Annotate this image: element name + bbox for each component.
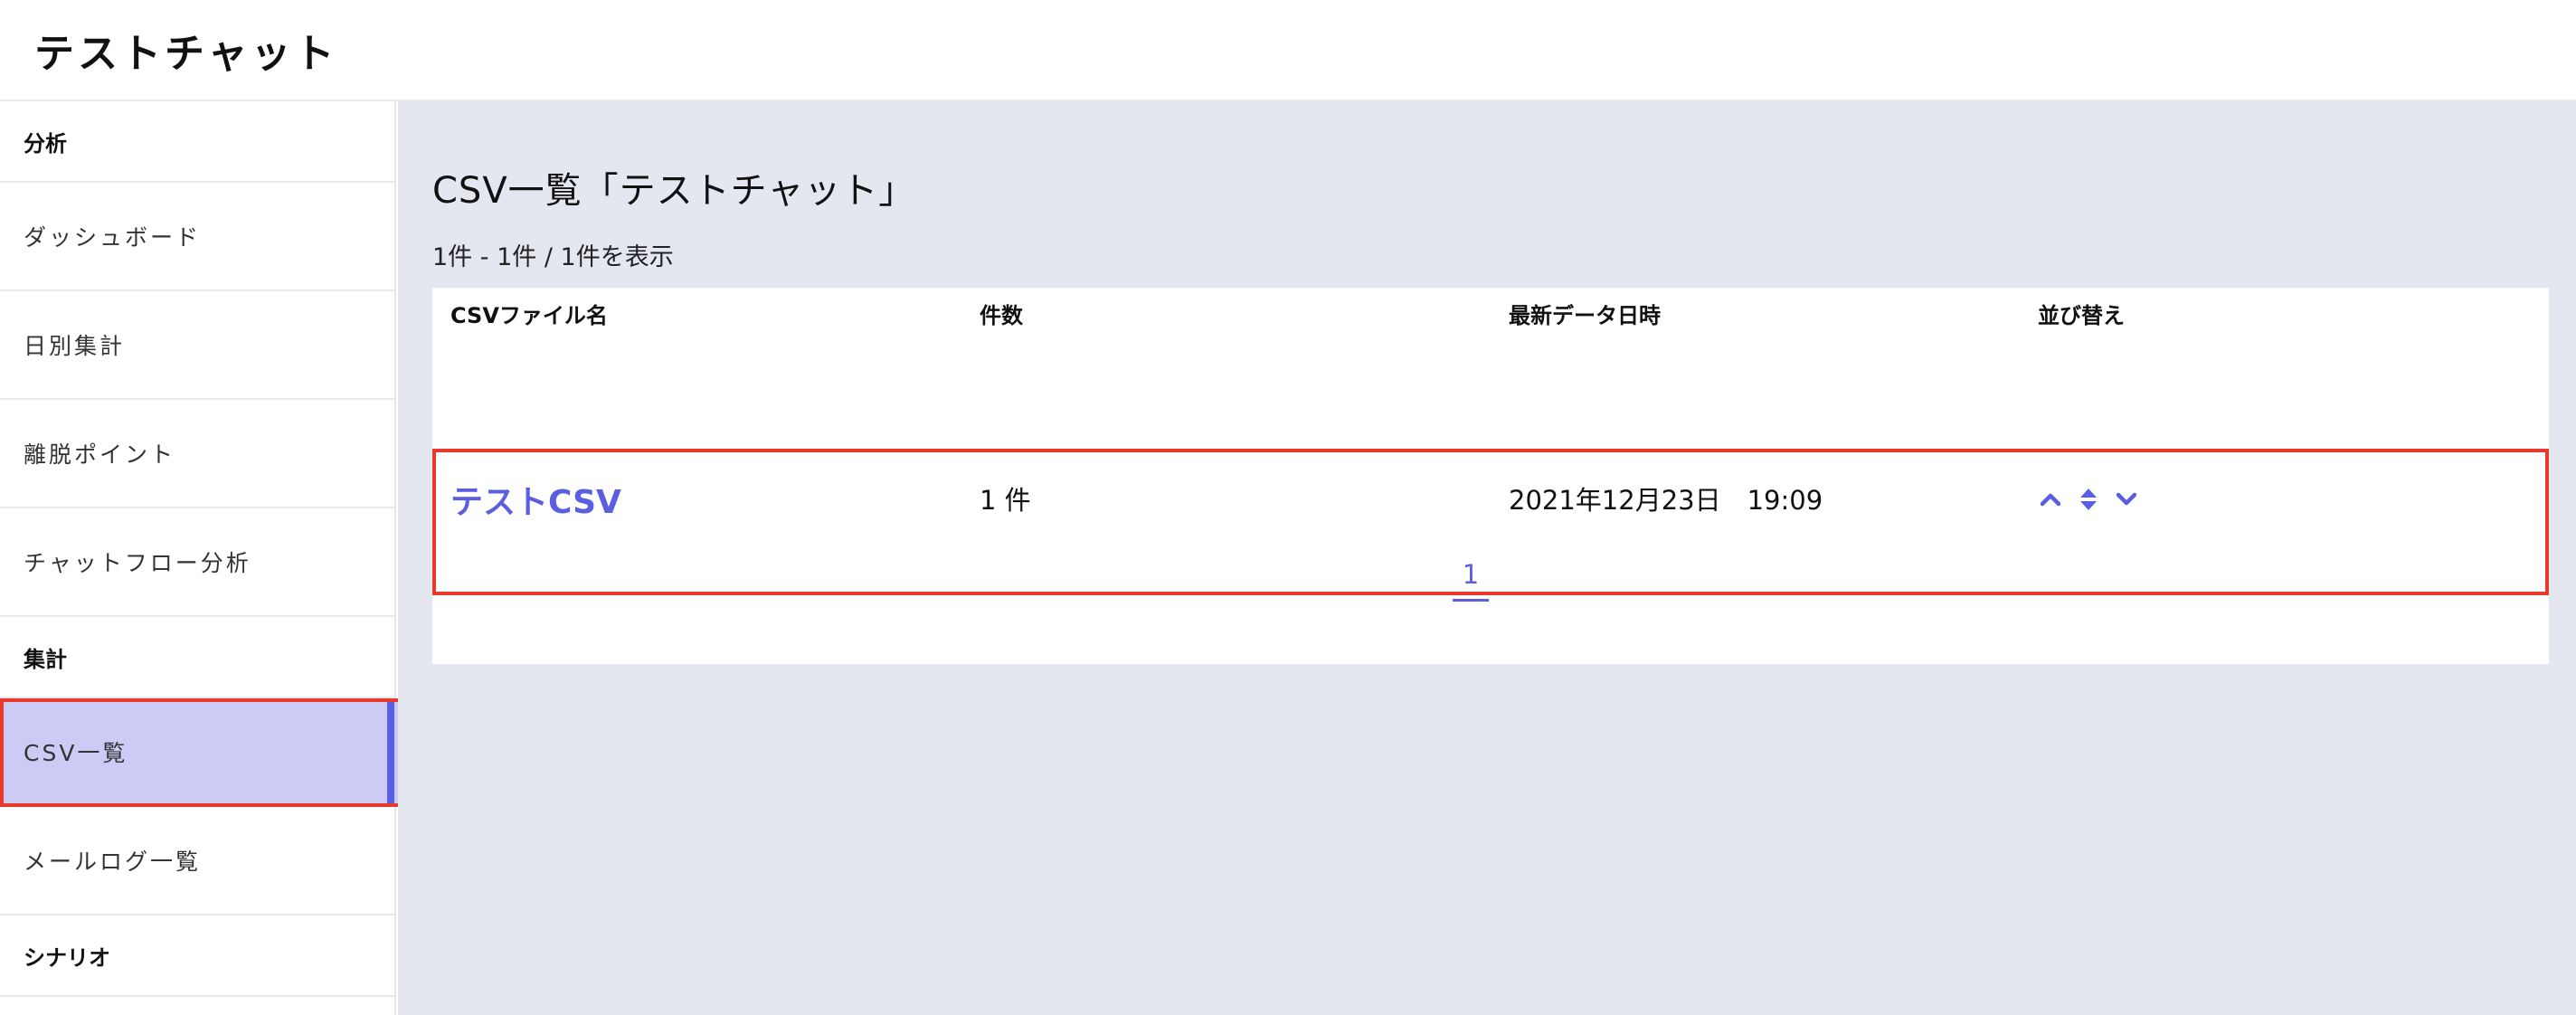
table-row-content: テストCSV 1 件 2021年12月23日 19:09 (436, 452, 2545, 592)
header-count: 件数 (980, 302, 1023, 328)
sidebar-item-daily[interactable]: 日別集計 (0, 291, 394, 400)
sidebar-item-mail-log[interactable]: メールログ一覧 (0, 807, 394, 915)
sort-icon[interactable] (2076, 487, 2101, 512)
header-sort: 並び替え (2038, 302, 2125, 328)
sidebar-item-chatflow[interactable]: チャットフロー分析 (0, 508, 394, 617)
app-header: テストチャット (0, 0, 2576, 101)
csv-file-link[interactable]: テストCSV (450, 476, 621, 523)
chevron-down-icon[interactable] (2114, 487, 2139, 512)
sidebar-section-scenario: シナリオ (0, 915, 394, 997)
pagination-page-1[interactable]: 1 (1453, 559, 1489, 602)
result-count: 1件 - 1件 / 1件を表示 (432, 243, 674, 271)
sidebar-section-aggregate: 集計 (0, 617, 394, 698)
page-title: CSV一覧「テストチャット」 (432, 170, 916, 212)
table-header-row: CSVファイル名 件数 最新データ日時 並び替え (432, 288, 2549, 338)
sidebar-item-csv-list[interactable]: CSV一覧 (0, 698, 402, 807)
main-content: CSV一覧「テストチャット」 1件 - 1件 / 1件を表示 CSVファイル名 … (398, 101, 2576, 1015)
header-latest-date: 最新データ日時 (1509, 302, 1661, 328)
table-row: テストCSV 1 件 2021年12月23日 19:09 (432, 449, 2549, 595)
chevron-up-icon[interactable] (2038, 487, 2063, 512)
app-title: テストチャット (34, 31, 338, 77)
sidebar: 分析 ダッシュボード 日別集計 離脱ポイント チャットフロー分析 集計 CSV一… (0, 101, 402, 1015)
csv-table: CSVファイル名 件数 最新データ日時 並び替え テストCSV 1 件 2021… (432, 288, 2549, 664)
sidebar-item-dropoff[interactable]: 離脱ポイント (0, 400, 394, 508)
sidebar-item-dashboard[interactable]: ダッシュボード (0, 183, 394, 291)
row-count: 1 件 (980, 485, 1031, 516)
sidebar-section-analysis: 分析 (0, 101, 394, 183)
row-latest-date: 2021年12月23日 19:09 (1509, 485, 1823, 516)
sort-controls (2038, 487, 2139, 512)
header-filename: CSVファイル名 (450, 302, 608, 328)
